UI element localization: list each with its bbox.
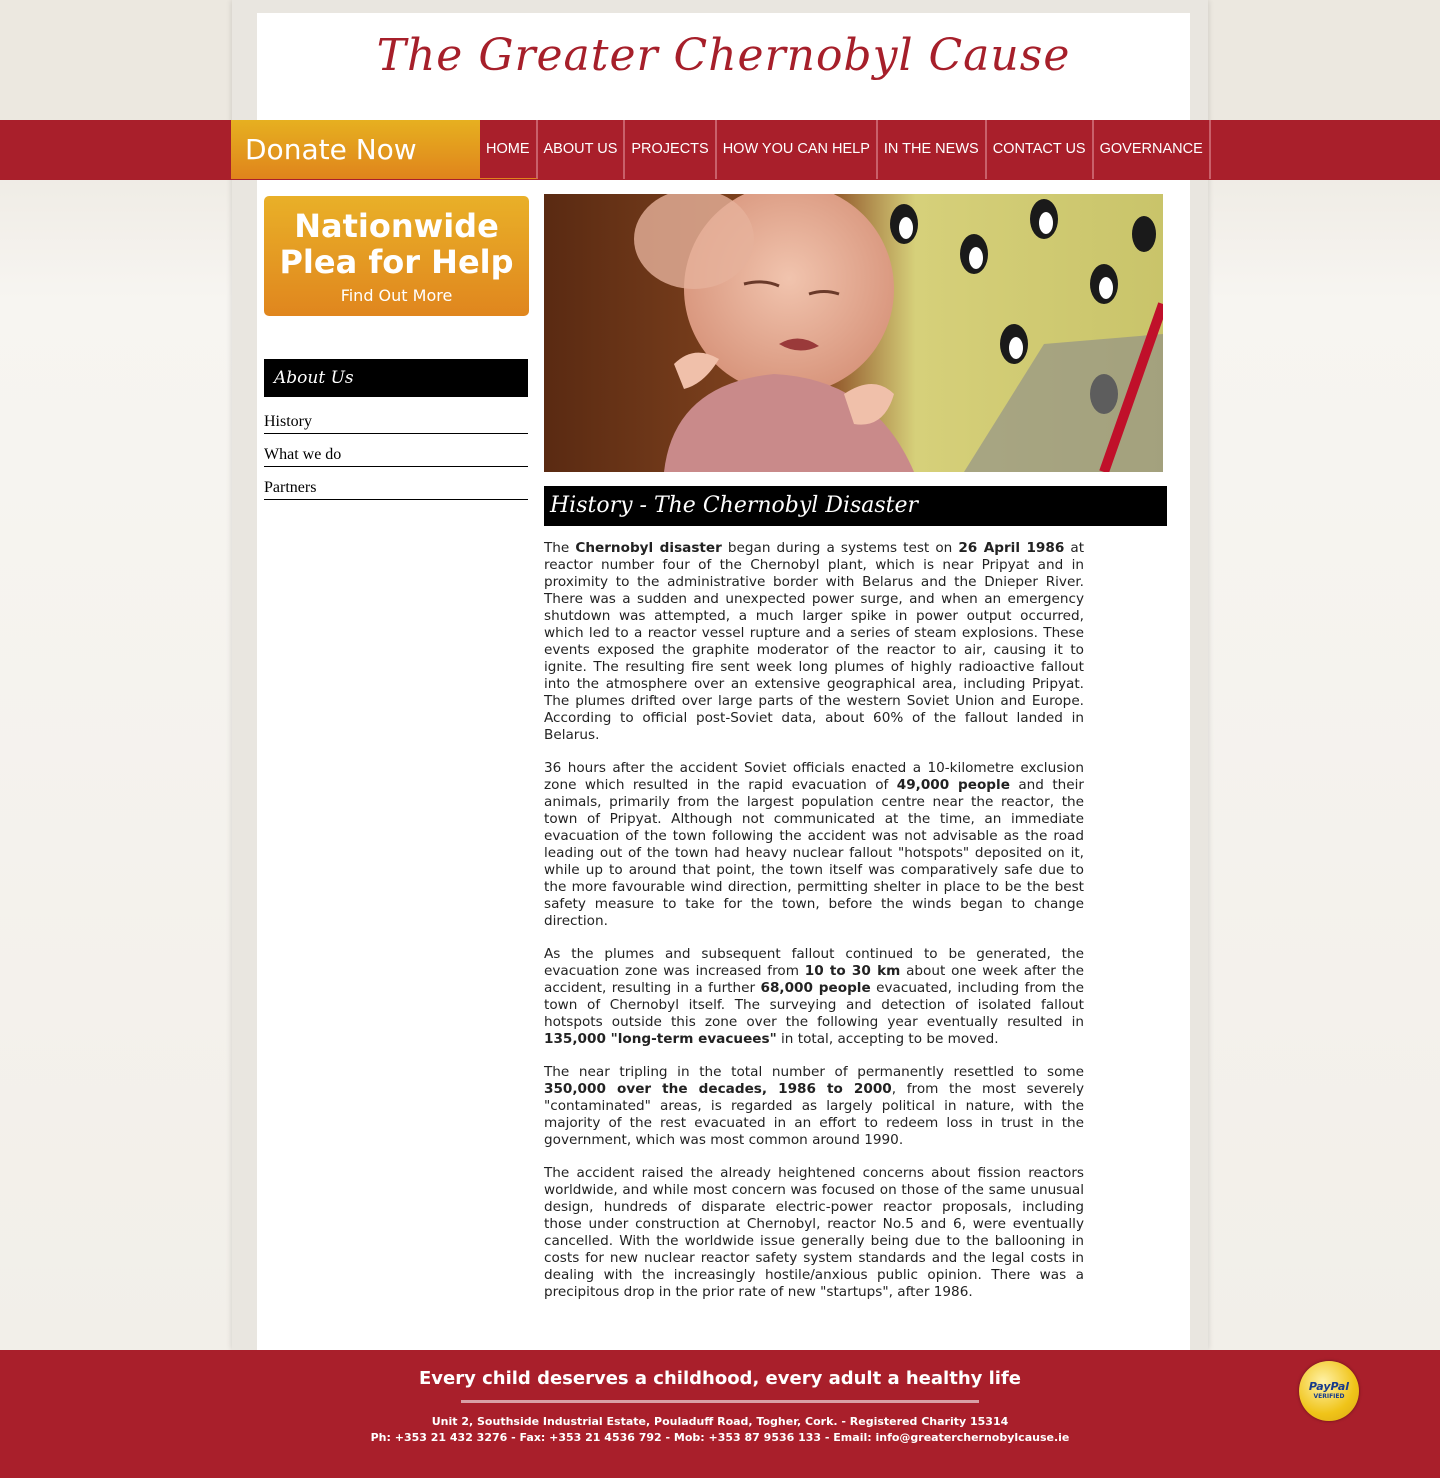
nationwide-plea-banner[interactable]: Nationwide Plea for Help Find Out More [264, 196, 529, 316]
paypal-verified-badge[interactable]: PayPal VERIFIED [1299, 1361, 1359, 1421]
promo-find-out-more: Find Out More [340, 286, 453, 305]
promo-title-line1: Nationwide [294, 207, 499, 245]
footer-address: Unit 2, Southside Industrial Estate, Pou… [431, 1415, 1009, 1428]
nav-contact-us[interactable]: CONTACT US [987, 120, 1094, 179]
sidebar-link-history[interactable]: History [264, 411, 528, 434]
nav-governance[interactable]: GOVERNANCE [1094, 120, 1211, 179]
promo-title-line2: Plea for Help [279, 243, 514, 281]
paypal-logo-icon: PayPal [1308, 1380, 1350, 1393]
paragraph-3: As the plumes and subsequent fallout con… [544, 946, 1085, 1047]
footer-contact[interactable]: Ph: +353 21 432 3276 - Fax: +353 21 4536… [0, 1431, 1440, 1444]
main-nav: HOME ABOUT US PROJECTS HOW YOU CAN HELP … [480, 120, 1211, 179]
section-title: History - The Chernobyl Disaster [544, 486, 1167, 526]
nav-about-us[interactable]: ABOUT US [538, 120, 626, 179]
paragraph-1: The Chernobyl disaster began during a sy… [544, 540, 1085, 743]
paragraph-2: 36 hours after the accident Soviet offic… [544, 760, 1084, 929]
site-title[interactable]: The Greater Chernobyl Cause [257, 30, 1190, 81]
donate-now-button[interactable]: Donate Now [231, 120, 480, 179]
nav-in-the-news[interactable]: IN THE NEWS [878, 120, 987, 179]
footer-slogan: Every child deserves a childhood, every … [418, 1368, 1022, 1389]
sidebar-header: About Us [264, 359, 528, 397]
hero-photo [544, 194, 1163, 472]
nav-how-you-can-help[interactable]: HOW YOU CAN HELP [717, 120, 878, 179]
paragraph-4: The near tripling in the total number of… [544, 1064, 1084, 1148]
article-body: The Chernobyl disaster began during a sy… [544, 540, 1084, 1317]
nav-home[interactable]: HOME [480, 120, 538, 179]
sidebar-link-what-we-do[interactable]: What we do [264, 444, 528, 467]
nav-projects[interactable]: PROJECTS [625, 120, 717, 179]
sidebar-link-partners[interactable]: Partners [264, 477, 528, 500]
paragraph-5: The accident raised the already heighten… [544, 1165, 1084, 1300]
footer-divider [461, 1400, 979, 1403]
